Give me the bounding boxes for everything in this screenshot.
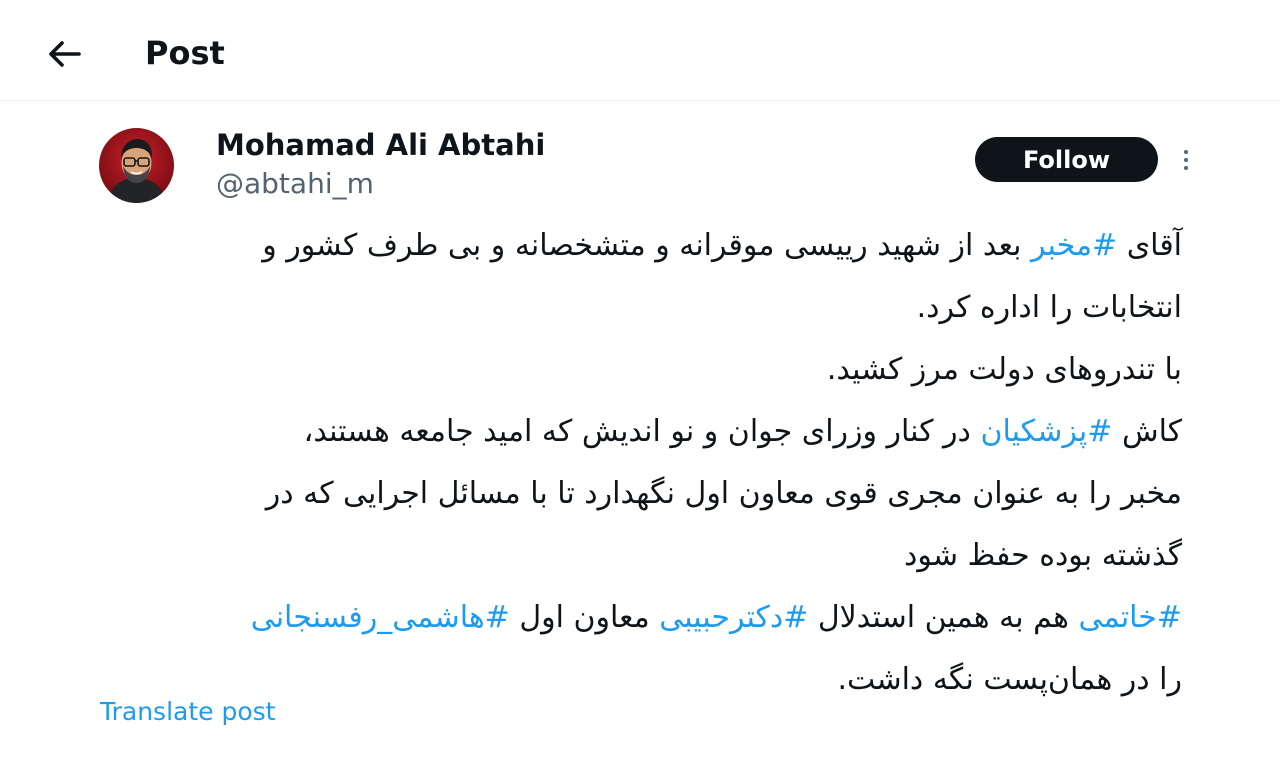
tweet-line: با تندروهای دولت مرز کشید.: [826, 352, 1182, 387]
tweet-text-segment: بعد از شهید رییسی موقرانه و متشخصانه و ب…: [262, 228, 1031, 263]
avatar[interactable]: [99, 128, 174, 203]
hashtag-link[interactable]: #هاشمی_رفسنجانی: [251, 600, 510, 635]
more-options-button[interactable]: [1170, 142, 1202, 178]
more-vertical-icon: [1184, 150, 1188, 154]
avatar-photo: [99, 128, 174, 203]
tweet-line: کاش #پزشکیان در کنار وزرای جوان و نو اند…: [100, 401, 1182, 463]
hashtag-link[interactable]: #خاتمی: [1078, 600, 1182, 635]
tweet-text: آقای #مخبر بعد از شهید رییسی موقرانه و م…: [100, 215, 1182, 711]
follow-button[interactable]: Follow: [975, 137, 1158, 182]
author-handle[interactable]: @abtahi_m: [216, 165, 374, 203]
tweet-line: گذشته بوده حفظ شود: [903, 538, 1182, 573]
hashtag-link[interactable]: #دکترحبیبی: [659, 600, 808, 635]
page-title: Post: [145, 34, 225, 72]
tweet-line: مخبر را به عنوان مجری قوی معاون اول نگهد…: [265, 476, 1182, 511]
hashtag-link[interactable]: #پزشکیان: [980, 414, 1112, 449]
author-name[interactable]: Mohamad Ali Abtahi: [216, 125, 545, 165]
tweet-line: آقای #مخبر بعد از شهید رییسی موقرانه و م…: [100, 215, 1182, 277]
arrow-left-icon: [49, 41, 81, 67]
tweet-text-segment: هم به همین استدلال: [808, 600, 1079, 635]
tweet-line: انتخابات را اداره کرد.: [916, 290, 1182, 325]
tweet-line: #خاتمی هم به همین استدلال #دکترحبیبی معا…: [100, 587, 1182, 649]
hashtag-link[interactable]: #مخبر: [1031, 228, 1117, 263]
more-vertical-icon-dot: [1184, 166, 1188, 170]
translate-post-link[interactable]: Translate post: [100, 695, 275, 729]
top-bar: Post: [0, 0, 1280, 101]
tweet-text-segment: در کنار وزرای جوان و نو اندیش که امید جا…: [303, 414, 981, 449]
back-button[interactable]: [40, 30, 88, 78]
tweet-text-segment: آقای: [1117, 228, 1182, 263]
tweet-text-segment: کاش: [1112, 414, 1182, 449]
more-vertical-icon-dot: [1184, 158, 1188, 162]
tweet-text-segment: معاون اول: [509, 600, 660, 635]
